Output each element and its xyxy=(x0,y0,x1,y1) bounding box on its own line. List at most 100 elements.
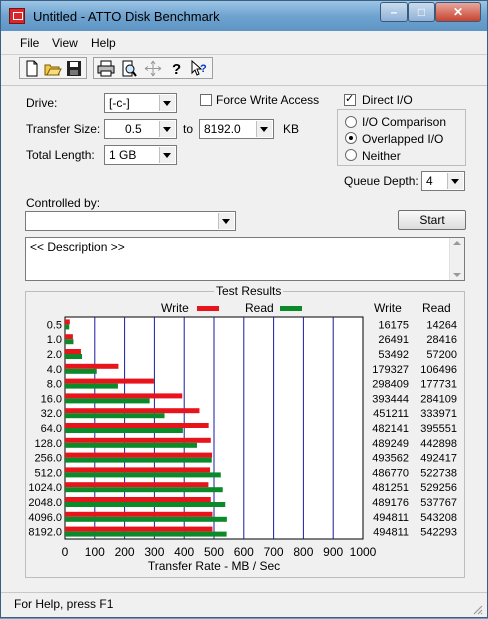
neither-radio[interactable] xyxy=(345,149,357,161)
menu-bar: File View Help xyxy=(1,32,487,55)
force-write-checkbox[interactable] xyxy=(200,94,212,106)
save-icon[interactable] xyxy=(65,60,83,77)
context-help-icon[interactable]: ? xyxy=(190,60,208,77)
x-tick-label: 400 xyxy=(174,545,194,559)
transfer-from-value: 0.5 xyxy=(125,122,142,136)
read-value: 395551 xyxy=(420,423,457,435)
chevron-down-icon[interactable] xyxy=(159,121,175,137)
transfer-to-select[interactable]: 8192.0 xyxy=(199,119,274,139)
menu-view[interactable]: View xyxy=(52,36,78,50)
queue-depth-select[interactable]: 4 xyxy=(421,171,465,191)
total-length-value: 1 GB xyxy=(109,148,137,162)
results-chart: 0 100 200 300 400 500 600 700 800 900 1000 Transfer… xyxy=(28,316,457,573)
write-value: 493562 xyxy=(372,453,409,465)
write-value: 53492 xyxy=(378,349,409,361)
title-bar[interactable]: Untitled - ATTO Disk Benchmark – □ ✕ xyxy=(1,1,487,31)
read-value: 14264 xyxy=(426,319,457,331)
category-label: 1.0 xyxy=(47,334,62,346)
x-tick-label: 700 xyxy=(264,545,284,559)
new-icon[interactable] xyxy=(23,60,41,77)
direct-io-checkbox[interactable] xyxy=(344,92,356,106)
read-bar xyxy=(65,442,197,448)
x-tick-label: 800 xyxy=(293,545,313,559)
category-label: 16.0 xyxy=(41,393,62,405)
help-icon[interactable]: ? xyxy=(167,60,185,77)
transfer-from-select[interactable]: 0.5 xyxy=(104,119,177,139)
write-bar xyxy=(65,482,209,488)
x-tick-label: 0 xyxy=(62,545,69,559)
io-comparison-radio[interactable] xyxy=(345,116,357,128)
read-bar xyxy=(65,368,97,374)
chevron-down-icon[interactable] xyxy=(256,121,272,137)
read-bar xyxy=(65,339,74,345)
category-label: 4.0 xyxy=(47,364,62,376)
category-label: 4096.0 xyxy=(28,512,62,524)
start-button[interactable]: Start xyxy=(398,210,466,230)
move-icon[interactable] xyxy=(144,60,162,77)
read-value: 537767 xyxy=(420,497,457,509)
write-bar xyxy=(65,526,213,532)
read-bar xyxy=(65,324,70,330)
read-bar xyxy=(65,398,150,404)
toolbar-file-group xyxy=(19,57,87,79)
category-label: 64.0 xyxy=(41,423,62,435)
print-preview-icon[interactable] xyxy=(120,60,138,77)
transfer-to-value: 8192.0 xyxy=(204,122,241,136)
description-scrollbar[interactable] xyxy=(449,238,464,280)
write-bar xyxy=(65,393,183,399)
overlapped-io-radio[interactable] xyxy=(345,132,357,144)
category-label: 128.0 xyxy=(34,438,62,450)
kb-label: KB xyxy=(283,122,300,136)
direct-io-label[interactable]: Direct I/O xyxy=(362,93,413,107)
menu-help[interactable]: Help xyxy=(91,36,116,50)
toolbar: ? ? xyxy=(1,55,487,83)
status-bar: For Help, press F1 xyxy=(1,592,487,619)
controlled-by-select[interactable] xyxy=(25,211,236,231)
description-box[interactable]: << Description >> xyxy=(25,237,465,281)
total-length-select[interactable]: 1 GB xyxy=(104,145,177,165)
write-bar xyxy=(65,423,209,428)
force-write-label[interactable]: Force Write Access xyxy=(216,93,319,107)
print-icon[interactable] xyxy=(97,60,115,77)
category-label: 32.0 xyxy=(41,408,62,420)
minimize-button[interactable]: – xyxy=(380,2,408,22)
read-bar xyxy=(65,487,223,493)
status-text: For Help, press F1 xyxy=(14,597,114,611)
write-value: 482141 xyxy=(372,423,409,435)
write-value: 494811 xyxy=(373,512,409,524)
category-label: 512.0 xyxy=(34,467,62,479)
x-axis-label: Transfer Rate - MB / Sec xyxy=(148,559,280,573)
app-window: Untitled - ATTO Disk Benchmark – □ ✕ Fil… xyxy=(0,0,488,618)
write-bar xyxy=(65,349,81,354)
write-bar xyxy=(65,319,70,325)
close-button[interactable]: ✕ xyxy=(435,2,481,22)
category-label: 8192.0 xyxy=(28,527,62,539)
chevron-down-icon[interactable] xyxy=(218,213,234,229)
read-value: 529256 xyxy=(420,482,457,494)
open-icon[interactable] xyxy=(44,60,62,77)
write-value: 486770 xyxy=(372,467,409,479)
category-label: 256.0 xyxy=(34,453,62,465)
write-value: 16175 xyxy=(378,319,409,331)
drive-select[interactable]: [-c-] xyxy=(104,93,177,113)
queue-depth-value: 4 xyxy=(426,174,433,188)
read-value: 28416 xyxy=(426,334,457,346)
overlapped-io-label[interactable]: Overlapped I/O xyxy=(362,132,443,146)
write-value: 489176 xyxy=(372,497,409,509)
chevron-down-icon[interactable] xyxy=(159,147,175,163)
write-bar xyxy=(65,408,200,414)
category-label: 0.5 xyxy=(47,319,62,331)
toolbar-tools-group: ? ? xyxy=(93,57,213,79)
x-tick-label: 200 xyxy=(115,545,135,559)
x-tick-label: 500 xyxy=(204,545,224,559)
neither-label[interactable]: Neither xyxy=(362,149,401,163)
atto-app-icon[interactable] xyxy=(9,8,25,24)
chevron-down-icon[interactable] xyxy=(447,173,463,189)
controlled-by-label: Controlled by: xyxy=(26,196,101,210)
chevron-down-icon[interactable] xyxy=(159,95,175,111)
write-bar xyxy=(65,363,119,369)
maximize-button[interactable]: □ xyxy=(408,2,435,22)
io-comparison-label[interactable]: I/O Comparison xyxy=(362,115,446,129)
menu-file[interactable]: File xyxy=(20,36,39,50)
resize-grip-icon[interactable] xyxy=(471,603,483,615)
